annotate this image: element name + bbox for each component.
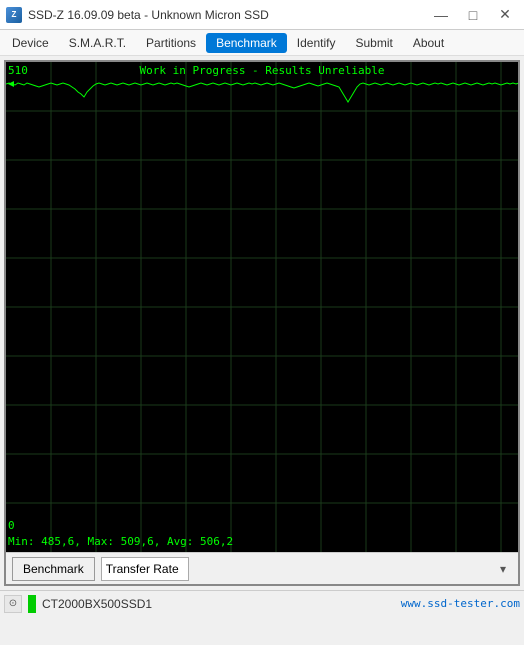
status-icon: ⊙ [4, 595, 22, 613]
main-frame: 510 Work in Progress - Results Unreliabl… [4, 60, 520, 586]
menu-bar: Device S.M.A.R.T. Partitions Benchmark I… [0, 30, 524, 56]
drive-name: CT2000BX500SSD1 [42, 597, 395, 611]
menu-item-partitions[interactable]: Partitions [136, 33, 206, 53]
transfer-type-select[interactable]: Transfer Rate Random Read Random Write [101, 557, 189, 581]
chart-stats-text: Min: 485,6, Max: 509,6, Avg: 506,2 [8, 535, 233, 548]
bottom-controls: Benchmark Transfer Rate Random Read Rand… [6, 552, 518, 584]
title-bar-left: Z SSD-Z 16.09.09 beta - Unknown Micron S… [6, 7, 269, 23]
maximize-button[interactable]: □ [458, 4, 488, 26]
close-button[interactable]: ✕ [490, 4, 520, 26]
menu-item-identify[interactable]: Identify [287, 33, 346, 53]
title-bar: Z SSD-Z 16.09.09 beta - Unknown Micron S… [0, 0, 524, 30]
menu-item-device[interactable]: Device [2, 33, 59, 53]
chart-y-max-label: 510 [8, 64, 28, 77]
window-title: SSD-Z 16.09.09 beta - Unknown Micron SSD [28, 8, 269, 22]
drive-indicator [28, 595, 36, 613]
menu-item-submit[interactable]: Submit [345, 33, 402, 53]
status-bar: ⊙ CT2000BX500SSD1 www.ssd-tester.com [0, 590, 524, 616]
transfer-type-wrapper: Transfer Rate Random Read Random Write [101, 557, 512, 581]
chart-wip-text: Work in Progress - Results Unreliable [139, 64, 384, 77]
window-controls: — □ ✕ [426, 4, 520, 26]
benchmark-button[interactable]: Benchmark [12, 557, 95, 581]
website-url: www.ssd-tester.com [401, 597, 520, 610]
app-icon: Z [6, 7, 22, 23]
minimize-button[interactable]: — [426, 4, 456, 26]
menu-item-smart[interactable]: S.M.A.R.T. [59, 33, 136, 53]
chart-svg [6, 62, 518, 552]
menu-item-about[interactable]: About [403, 33, 454, 53]
menu-item-benchmark[interactable]: Benchmark [206, 33, 287, 53]
chart-y-min-label: 0 [8, 519, 15, 532]
chart-area: 510 Work in Progress - Results Unreliabl… [6, 62, 518, 552]
